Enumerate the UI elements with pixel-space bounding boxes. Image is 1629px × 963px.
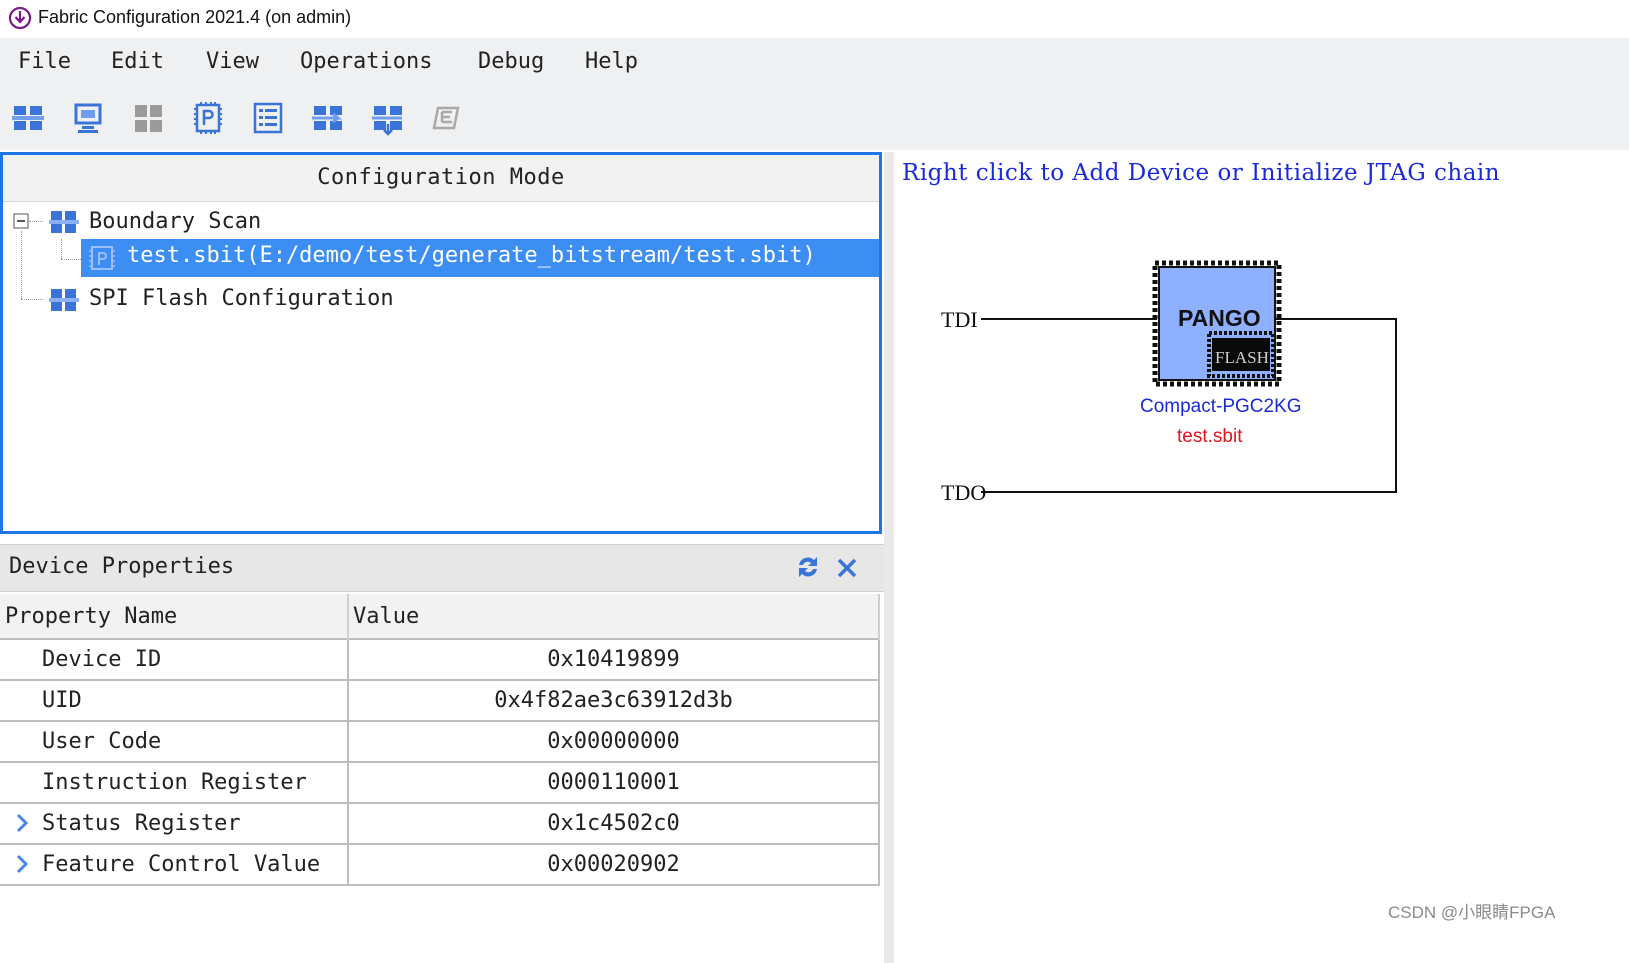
tree-connector (21, 299, 43, 300)
expand-chevron-icon[interactable] (14, 853, 30, 875)
property-value: 0000110001 (348, 761, 880, 803)
flash-label: FLASH (1215, 348, 1269, 367)
tree-connector (29, 221, 43, 222)
menu-edit[interactable]: Edit (111, 49, 164, 74)
table-header-row: Property Name Value (0, 594, 880, 639)
erase-icon[interactable] (430, 100, 466, 136)
bitstream-file-icon (89, 246, 115, 270)
menu-operations[interactable]: Operations (300, 49, 432, 74)
property-name: Status Register (42, 811, 241, 836)
refresh-icon[interactable] (794, 553, 822, 581)
tree-item-bitstream-label: test.sbit(E:/demo/test/generate_bitstrea… (127, 243, 816, 268)
table-row[interactable]: Instruction Register 0000110001 (0, 761, 880, 803)
tree-connector (21, 231, 22, 299)
chain-download-icon[interactable] (370, 100, 406, 136)
column-header-value[interactable]: Value (348, 594, 880, 639)
column-header-property-name[interactable]: Property Name (0, 594, 349, 639)
panel-splitter[interactable] (884, 152, 894, 963)
table-row[interactable]: UID 0x4f82ae3c63912d3b (0, 679, 880, 721)
watermark: CSDN @小眼睛FPGA (1388, 903, 1556, 922)
tree-item-spi-flash[interactable]: SPI Flash Configuration (89, 286, 394, 311)
menu-view[interactable]: View (206, 49, 259, 74)
jtag-hint-text: Right click to Add Device or Initialize … (902, 160, 1501, 186)
property-name: UID (0, 679, 349, 721)
app-logo-icon (8, 6, 32, 30)
tree-item-boundary-scan[interactable]: Boundary Scan (89, 209, 261, 234)
configuration-panel: Configuration Mode Boundary Scan test.sb… (0, 152, 882, 534)
property-name: User Code (0, 720, 349, 762)
expand-chevron-icon[interactable] (14, 812, 30, 834)
configuration-header: Configuration Mode (3, 155, 879, 202)
configuration-title: Configuration Mode (317, 165, 565, 190)
device-name-label[interactable]: Compact-PGC2KG (1140, 396, 1302, 418)
jtag-chain-canvas[interactable]: Right click to Add Device or Initialize … (894, 152, 1629, 963)
property-value: 0x4f82ae3c63912d3b (348, 679, 880, 721)
menu-bar: File Edit View Operations Debug Help (0, 38, 1629, 84)
table-row[interactable]: User Code 0x00000000 (0, 720, 880, 762)
grid-icon[interactable] (130, 100, 166, 136)
close-icon[interactable] (836, 557, 858, 579)
collapse-toggle-icon[interactable] (13, 213, 29, 229)
property-value: 0x10419899 (348, 638, 880, 680)
program-icon[interactable] (190, 100, 226, 136)
menu-file[interactable]: File (18, 49, 71, 74)
property-name: Feature Control Value (42, 852, 321, 877)
table-row[interactable]: Status Register 0x1c4502c0 (0, 802, 880, 844)
title-bar: Fabric Configuration 2021.4 (on admin) (0, 0, 1629, 38)
tree-connector (61, 259, 83, 260)
property-name-cell: Status Register (0, 802, 349, 844)
chip-brand-label: PANGO (1178, 305, 1261, 331)
property-name: Instruction Register (0, 761, 349, 803)
list-icon[interactable] (250, 100, 286, 136)
device-properties-header: Device Properties (0, 544, 884, 592)
chain-add-icon[interactable] (310, 100, 346, 136)
tdo-label: TDO (941, 480, 987, 505)
tree-connector (61, 239, 62, 259)
spi-flash-node-icon (49, 289, 79, 311)
device-properties-title: Device Properties (9, 554, 235, 579)
window-title: Fabric Configuration 2021.4 (on admin) (38, 7, 352, 27)
properties-table: Property Name Value Device ID 0x10419899… (0, 594, 880, 886)
table-row[interactable]: Device ID 0x10419899 (0, 638, 880, 680)
boundary-scan-node-icon (49, 211, 79, 233)
tdi-label: TDI (941, 307, 978, 332)
menu-debug[interactable]: Debug (478, 49, 544, 74)
property-value: 0x00000000 (348, 720, 880, 762)
boundary-scan-icon[interactable] (10, 100, 46, 136)
device-properties-panel: Device Properties Property Name Value De… (0, 544, 884, 963)
tree-item-bitstream[interactable]: test.sbit(E:/demo/test/generate_bitstrea… (81, 239, 879, 277)
toolbar (0, 84, 1629, 150)
property-value: 0x00020902 (348, 843, 880, 886)
table-row[interactable]: Feature Control Value 0x00020902 (0, 843, 880, 886)
device-icon[interactable] (70, 100, 106, 136)
property-value: 0x1c4502c0 (348, 802, 880, 844)
property-name: Device ID (0, 638, 349, 680)
device-file-label[interactable]: test.sbit (1177, 426, 1242, 448)
menu-help[interactable]: Help (585, 49, 638, 74)
property-name-cell: Feature Control Value (0, 843, 349, 886)
